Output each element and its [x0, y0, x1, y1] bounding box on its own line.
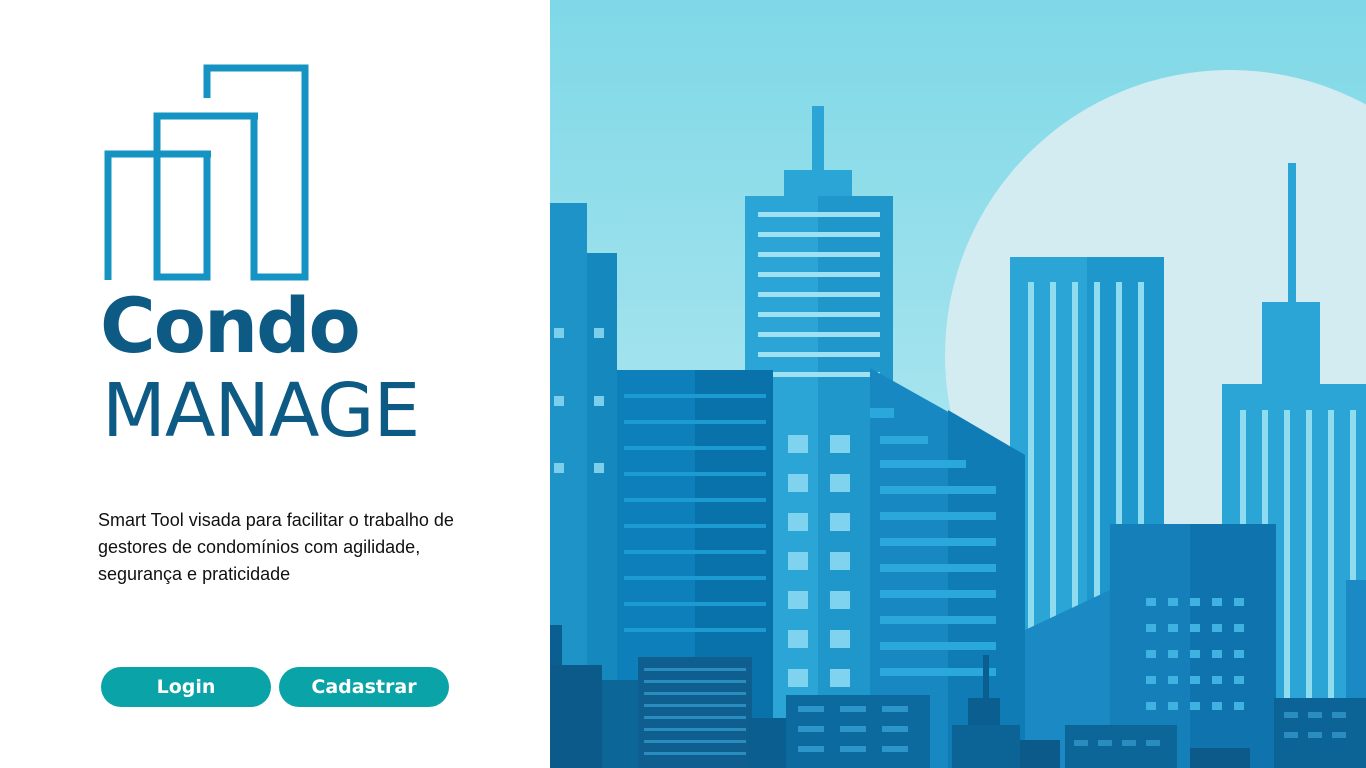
buildings-outline-icon	[104, 64, 314, 284]
login-button[interactable]: Login	[101, 667, 271, 707]
city-skyline-illustration	[550, 0, 1366, 768]
tagline: Smart Tool visada para facilitar o traba…	[98, 510, 454, 584]
register-button[interactable]: Cadastrar	[279, 667, 449, 707]
left-panel: Condo MANAGE Smart Tool visada para faci…	[0, 0, 550, 768]
brand-name-condo: Condo	[100, 281, 361, 370]
brand-name-manage: MANAGE	[102, 368, 420, 454]
